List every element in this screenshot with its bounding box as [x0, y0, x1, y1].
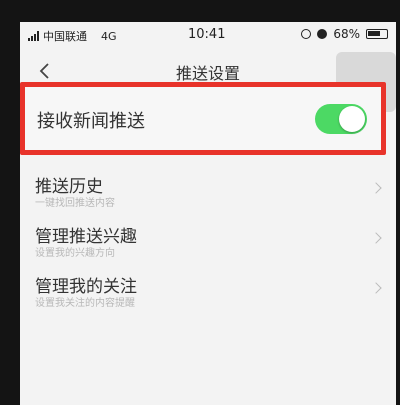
list-item-manage-follows[interactable]: 管理我的关注 设置我关注的内容提醒	[20, 268, 396, 318]
status-left: 中国联通 4G	[28, 28, 117, 44]
list-item-subtitle: 设置我关注的内容提醒	[35, 298, 135, 309]
push-setting-row: 接收新闻推送	[20, 82, 386, 155]
chevron-right-icon	[370, 182, 382, 194]
list-item-push-history[interactable]: 推送历史 一键找回推送内容	[20, 168, 396, 218]
phone-screen: 中国联通 4G 10:41 68% 推送设置 接收新闻推送 推送历史 一键找回推…	[20, 22, 396, 405]
chevron-right-icon	[370, 282, 382, 294]
push-setting-label: 接收新闻推送	[37, 111, 145, 132]
list-item-manage-interests[interactable]: 管理推送兴趣 设置我的兴趣方向	[20, 218, 396, 268]
push-toggle-switch[interactable]	[315, 104, 367, 134]
signal-icon	[28, 31, 39, 41]
list-item-subtitle: 一键找回推送内容	[35, 198, 115, 209]
battery-icon	[366, 29, 388, 39]
battery-percent: 68%	[333, 27, 360, 41]
phone-frame: 中国联通 4G 10:41 68% 推送设置 接收新闻推送 推送历史 一键找回推…	[0, 0, 400, 405]
status-bar: 中国联通 4G 10:41 68%	[20, 22, 396, 48]
toggle-knob	[339, 106, 365, 132]
network-type: 4G	[101, 29, 117, 43]
status-right: 68%	[301, 27, 388, 41]
alarm-icon	[301, 29, 312, 39]
list-item-subtitle: 设置我的兴趣方向	[35, 248, 115, 259]
carrier-name: 中国联通	[43, 30, 87, 43]
chevron-right-icon	[370, 232, 382, 244]
status-time: 10:41	[188, 27, 226, 42]
page-title: 推送设置	[175, 64, 240, 83]
location-icon	[317, 29, 328, 39]
